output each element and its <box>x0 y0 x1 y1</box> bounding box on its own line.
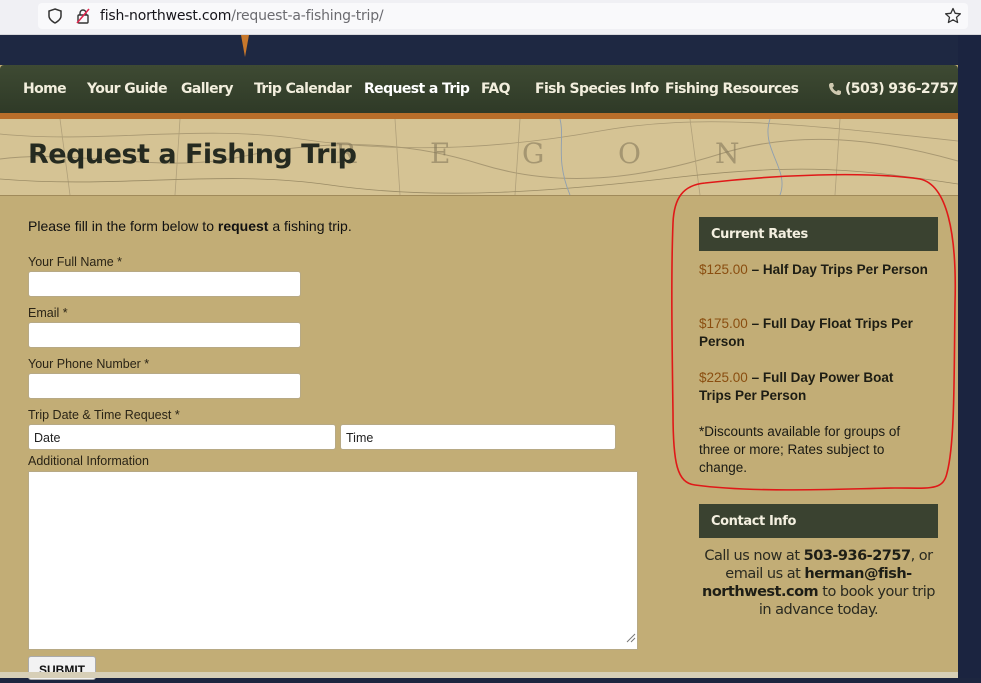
rate-item: $125.00 – Half Day Trips Per Person <box>699 261 929 279</box>
email-input[interactable] <box>28 322 301 348</box>
trip-date-label: Trip Date & Time Request * <box>28 408 180 422</box>
rate-price: $225.00 <box>699 370 748 385</box>
nav-phone-number[interactable]: (503) 936-2757 <box>845 81 958 97</box>
browser-toolbar: fish-northwest.com/request-a-fishing-tri… <box>0 0 981 35</box>
nav-home[interactable]: Home <box>23 81 67 97</box>
additional-info-label: Additional Information <box>28 454 149 468</box>
phone-icon <box>828 82 842 101</box>
name-label: Your Full Name * <box>28 255 123 269</box>
nav-trip-calendar[interactable]: Trip Calendar <box>254 81 352 97</box>
decorative-arrow <box>241 35 249 57</box>
current-rates-heading: Current Rates <box>699 217 938 251</box>
phone-label: Your Phone Number * <box>28 357 150 371</box>
shield-icon[interactable] <box>48 8 62 29</box>
nav-faq[interactable]: FAQ <box>481 81 511 97</box>
intro-text: Please fill in the form below to <box>28 218 218 234</box>
map-letter: N <box>715 137 740 170</box>
bookmark-star-icon[interactable] <box>944 7 962 30</box>
nav-fishing-resources[interactable]: Fishing Resources <box>665 81 799 97</box>
email-label: Email * <box>28 306 68 320</box>
phone-input[interactable] <box>28 373 301 399</box>
intro-text-end: a fishing trip. <box>268 218 352 234</box>
nav-fish-species-info[interactable]: Fish Species Info <box>535 81 659 97</box>
nav-your-guide[interactable]: Your Guide <box>87 81 168 97</box>
contact-info-heading: Contact Info <box>699 504 938 538</box>
time-placeholder: Time <box>346 431 374 445</box>
url-host: fish-northwest.com <box>100 8 232 24</box>
date-input[interactable]: Date <box>28 424 336 450</box>
nav-gallery[interactable]: Gallery <box>181 81 233 97</box>
page-title: Request a Fishing Trip <box>28 139 357 170</box>
discount-note: *Discounts available for groups of three… <box>699 424 901 475</box>
site-container: Home Your Guide Gallery Trip Calendar Re… <box>0 65 958 680</box>
page-background-right <box>958 35 981 678</box>
page-banner: R E G O N Request a Fishing Trip <box>0 119 958 196</box>
intro-bold: request <box>217 218 269 234</box>
resize-grip-icon[interactable] <box>624 630 636 648</box>
map-letter: E <box>430 137 451 170</box>
additional-info-textarea[interactable] <box>28 471 638 650</box>
url-path: /request-a-fishing-trip/ <box>231 8 384 24</box>
time-input[interactable]: Time <box>340 424 616 450</box>
contact-phone[interactable]: 503-936-2757 <box>804 548 911 564</box>
form-intro: Please fill in the form below to request… <box>28 218 352 234</box>
footer-strip <box>0 672 958 678</box>
rate-item: $175.00 – Full Day Float Trips Per Perso… <box>699 315 929 351</box>
full-name-input[interactable] <box>28 271 301 297</box>
date-placeholder: Date <box>34 431 61 445</box>
rate-price: $175.00 <box>699 316 748 331</box>
address-bar[interactable]: fish-northwest.com/request-a-fishing-tri… <box>38 3 968 29</box>
contact-line: Call us now at <box>704 548 804 564</box>
map-letter: G <box>522 137 545 170</box>
rate-item: $225.00 – Full Day Power Boat Trips Per … <box>699 369 929 405</box>
main-nav: Home Your Guide Gallery Trip Calendar Re… <box>0 65 958 113</box>
contact-text: Call us now at 503-936-2757, or email us… <box>699 547 938 619</box>
lock-insecure-icon[interactable] <box>76 8 90 29</box>
url-text[interactable]: fish-northwest.com/request-a-fishing-tri… <box>100 8 384 24</box>
rate-description: – Half Day Trips Per Person <box>747 262 928 277</box>
rate-price: $125.00 <box>699 262 748 277</box>
page-background <box>0 35 981 65</box>
map-letter: O <box>618 137 641 170</box>
nav-request-a-trip[interactable]: Request a Trip <box>364 81 470 97</box>
